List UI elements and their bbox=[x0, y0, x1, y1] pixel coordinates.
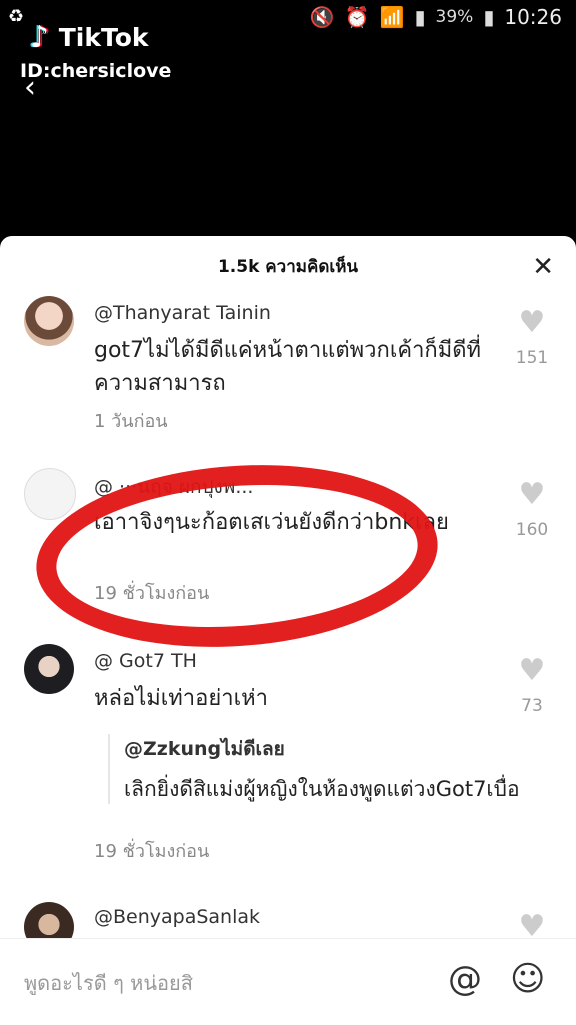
alarm-icon: ⏰ bbox=[344, 5, 370, 29]
mute-icon: 🔇 bbox=[309, 5, 335, 29]
clock: 10:26 bbox=[504, 5, 562, 29]
signal-icon: ▮ bbox=[414, 5, 426, 29]
comments-count-title: 1.5k ความคิดเห็น bbox=[217, 257, 359, 277]
close-icon[interactable]: ✕ bbox=[532, 236, 554, 298]
watermark-app-name: TikTok bbox=[58, 23, 149, 52]
comment-text: หล่อไม่เท่าอย่าเห่า bbox=[94, 686, 268, 711]
battery-icon: ▮ bbox=[483, 5, 495, 29]
heart-icon: ♥ bbox=[518, 653, 546, 688]
reply-text: เลิกยิ่งดีสิแม่งผู้หญิงในห้องพูดแต่วงGot… bbox=[124, 777, 520, 801]
emoji-icon[interactable]: ☺ bbox=[510, 959, 545, 999]
tiktok-logo-icon: ♪ bbox=[30, 20, 50, 55]
like-button[interactable]: ♥ 160 bbox=[514, 477, 550, 541]
comment-input[interactable]: พูดอะไรดี ๆ หน่อยสิ bbox=[24, 967, 193, 999]
comment-username[interactable]: @BenyapaSanlak bbox=[94, 906, 260, 928]
back-arrow-icon[interactable]: ‹ bbox=[24, 70, 36, 105]
recycle-icon: ♻ bbox=[8, 6, 25, 27]
reply-username[interactable]: @Zzkungไม่ดีเลย bbox=[124, 734, 524, 764]
like-count: 151 bbox=[515, 348, 549, 368]
comment-time: 19 ชั่วโมงก่อน bbox=[94, 841, 210, 862]
comment-username[interactable]: @Thanyarat Tainin bbox=[94, 302, 271, 324]
comment-username[interactable]: @ Got7 TH bbox=[94, 650, 197, 672]
heart-icon: ♥ bbox=[518, 477, 546, 512]
tiktok-watermark: ♪ TikTok ID:chersiclove bbox=[20, 20, 171, 82]
avatar[interactable] bbox=[24, 296, 74, 346]
avatar[interactable] bbox=[24, 644, 74, 694]
comment-text: got7ไม่ได้มีดีแค่หน้าตาแต่พวกเค้าก็มีดีท… bbox=[94, 338, 482, 396]
watermark-id: ID:chersiclove bbox=[20, 60, 172, 82]
heart-icon: ♥ bbox=[518, 305, 546, 340]
mention-icon[interactable]: @ bbox=[448, 959, 482, 999]
like-count: 73 bbox=[521, 696, 543, 716]
comment-time: 1 วันก่อน bbox=[94, 411, 168, 432]
wifi-icon: 📶 bbox=[379, 5, 405, 29]
battery-percent: 39% bbox=[435, 7, 474, 27]
like-button[interactable]: ♥ 73 bbox=[514, 653, 550, 717]
comment-input-bar: พูดอะไรดี ๆ หน่อยสิ @ ☺ bbox=[0, 938, 576, 1025]
like-button[interactable]: ♥ 151 bbox=[514, 305, 550, 369]
reply-block[interactable]: @Zzkungไม่ดีเลย เลิกยิ่งดีสิแม่งผู้หญิงใ… bbox=[108, 734, 524, 804]
avatar[interactable] bbox=[24, 468, 76, 520]
comments-header: 1.5k ความคิดเห็น ✕ bbox=[0, 236, 576, 298]
like-count: 160 bbox=[515, 520, 549, 540]
